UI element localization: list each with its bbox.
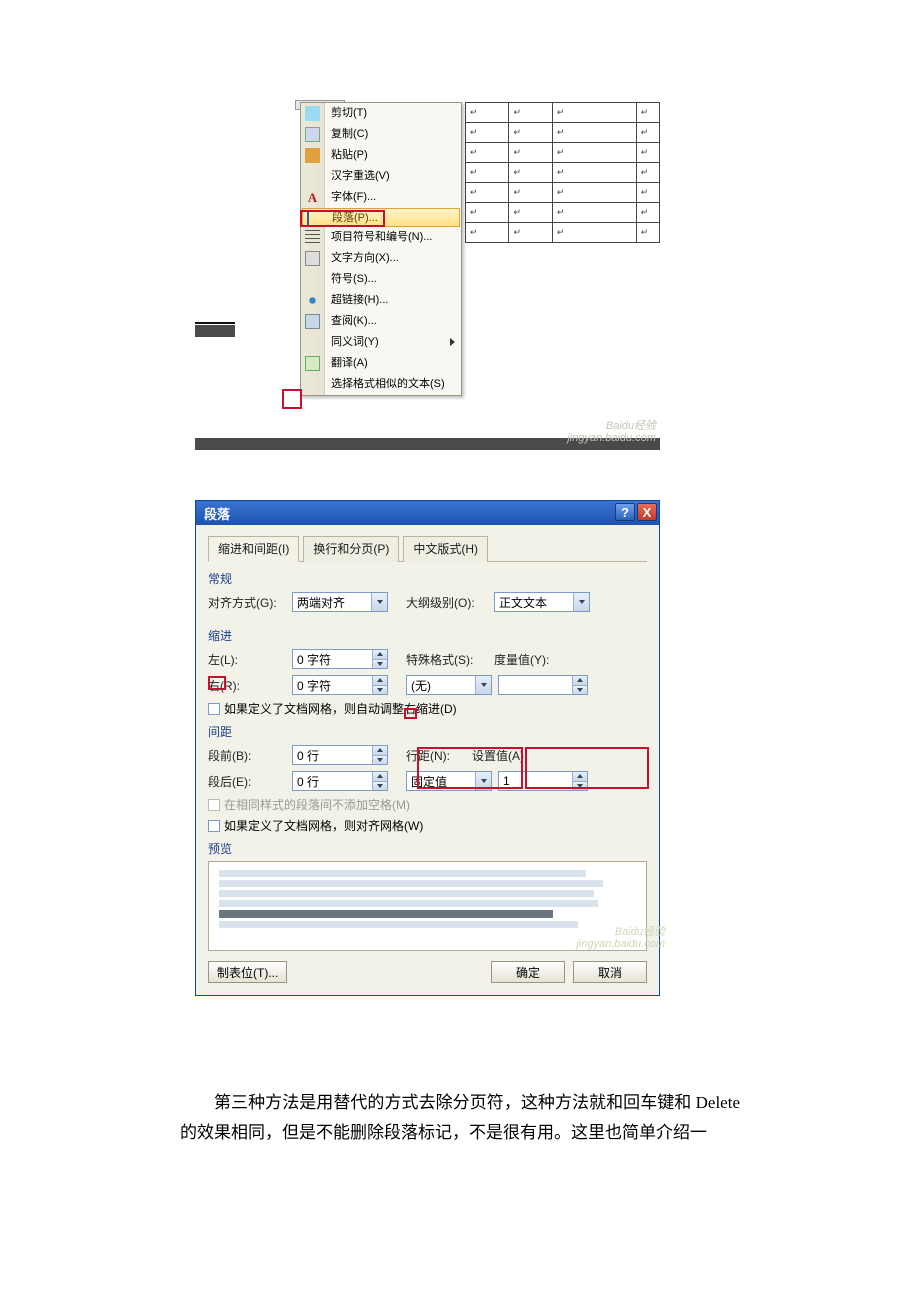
cancel-button[interactable]: 取消 (573, 961, 647, 983)
checkbox-icon (208, 703, 220, 715)
checkbox-icon (208, 799, 220, 811)
cut-icon (305, 106, 320, 121)
tab-line-page[interactable]: 换行和分页(P) (303, 536, 399, 562)
text-direction-icon (305, 251, 320, 266)
no-space-same-style-checkbox: 在相同样式的段落间不添加空格(M) (208, 796, 647, 813)
dialog-title: 段落 (204, 504, 230, 523)
menu-translate[interactable]: 翻译(A) (301, 353, 461, 374)
menu-cut[interactable]: 剪切(T) (301, 103, 461, 124)
measure-spin[interactable] (498, 675, 588, 695)
auto-adjust-checkbox[interactable]: 如果定义了文档网格，则自动调整右缩进(D) (208, 700, 647, 717)
menu-reconvert[interactable]: 汉字重选(V) (301, 166, 461, 187)
highlight-box (404, 708, 417, 719)
context-menu: 剪切(T) 复制(C) 粘贴(P) 汉字重选(V) 字体(F)... 段落(P)… (300, 102, 462, 396)
space-after-spin[interactable]: 0 行 (292, 771, 388, 791)
paste-icon (305, 148, 320, 163)
outline-label: 大纲级别(O): (406, 594, 488, 611)
article-body: 第三种方法是用替代的方式去除分页符，这种方法就和回车键和 Delete 的效果相… (180, 1088, 740, 1148)
paragraph-dialog: 段落 ? X 缩进和间距(I) 换行和分页(P) 中文版式(H) 常规 对齐方式… (195, 500, 660, 996)
tab-strip: 缩进和间距(I) 换行和分页(P) 中文版式(H) (208, 535, 647, 562)
menu-bullets[interactable]: 项目符号和编号(N)... (301, 227, 461, 248)
alignment-combo[interactable]: 两端对齐 (292, 592, 388, 612)
outline-combo[interactable]: 正文文本 (494, 592, 590, 612)
menu-review[interactable]: 查阅(K)... (301, 311, 461, 332)
highlight-box (282, 389, 302, 409)
close-button[interactable]: X (637, 503, 657, 521)
titlebar: 段落 ? X (196, 501, 659, 525)
measure-label: 度量值(Y): (494, 651, 566, 668)
highlight-box (208, 676, 226, 690)
font-icon (305, 190, 320, 205)
menu-text-direction[interactable]: 文字方向(X)... (301, 248, 461, 269)
section-general: 常规 (208, 570, 647, 587)
hyperlink-icon (305, 293, 320, 308)
special-format-label: 特殊格式(S): (406, 651, 488, 668)
menu-font[interactable]: 字体(F)... (301, 187, 461, 208)
context-menu-screenshot: ↵↵↵↵ ↵↵↵↵ ↵↵↵↵ ↵↵↵↵ ↵↵↵↵ ↵↵↵↵ ↵↵↵↵ 剪切(T)… (195, 100, 660, 450)
tab-chinese[interactable]: 中文版式(H) (403, 536, 488, 562)
bullets-icon (305, 230, 320, 245)
section-preview: 预览 (208, 840, 647, 857)
snap-grid-checkbox[interactable]: 如果定义了文档网格，则对齐网格(W) (208, 817, 647, 834)
chevron-right-icon (450, 338, 455, 346)
highlight-box (525, 747, 649, 789)
review-icon (305, 314, 320, 329)
translate-icon (305, 356, 320, 371)
menu-hyperlink[interactable]: 超链接(H)... (301, 290, 461, 311)
menu-synonym[interactable]: 同义词(Y) (301, 332, 461, 353)
chevron-down-icon (573, 593, 589, 611)
section-spacing: 间距 (208, 723, 647, 740)
tab-indent-spacing[interactable]: 缩进和间距(I) (208, 536, 299, 562)
special-format-combo[interactable]: (无) (406, 675, 492, 695)
highlight-box (417, 747, 523, 789)
ok-button[interactable]: 确定 (491, 961, 565, 983)
watermark: Baidu经验 jingyan.baidu.com (535, 926, 665, 950)
background-table: ↵↵↵↵ ↵↵↵↵ ↵↵↵↵ ↵↵↵↵ ↵↵↵↵ ↵↵↵↵ ↵↵↵↵ (465, 102, 660, 243)
alignment-label: 对齐方式(G): (208, 594, 286, 611)
space-before-label: 段前(B): (208, 747, 286, 764)
highlight-box (300, 210, 385, 227)
space-after-label: 段后(E): (208, 773, 286, 790)
indent-right-spin[interactable]: 0 字符 (292, 675, 388, 695)
section-indent: 缩进 (208, 627, 647, 644)
menu-copy[interactable]: 复制(C) (301, 124, 461, 145)
menu-select-similar[interactable]: 选择格式相似的文本(S) (301, 374, 461, 395)
indent-left-label: 左(L): (208, 651, 286, 668)
article-paragraph: 第三种方法是用替代的方式去除分页符，这种方法就和回车键和 Delete 的效果相… (180, 1088, 740, 1148)
chevron-down-icon (371, 593, 387, 611)
watermark: Baidu经验 jingyan.baidu.com (546, 420, 656, 444)
space-before-spin[interactable]: 0 行 (292, 745, 388, 765)
tabs-button[interactable]: 制表位(T)... (208, 961, 287, 983)
copy-icon (305, 127, 320, 142)
menu-paste[interactable]: 粘贴(P) (301, 145, 461, 166)
menu-symbol[interactable]: 符号(S)... (301, 269, 461, 290)
indent-left-spin[interactable]: 0 字符 (292, 649, 388, 669)
chevron-down-icon (475, 676, 491, 694)
help-button[interactable]: ? (615, 503, 635, 521)
checkbox-icon (208, 820, 220, 832)
